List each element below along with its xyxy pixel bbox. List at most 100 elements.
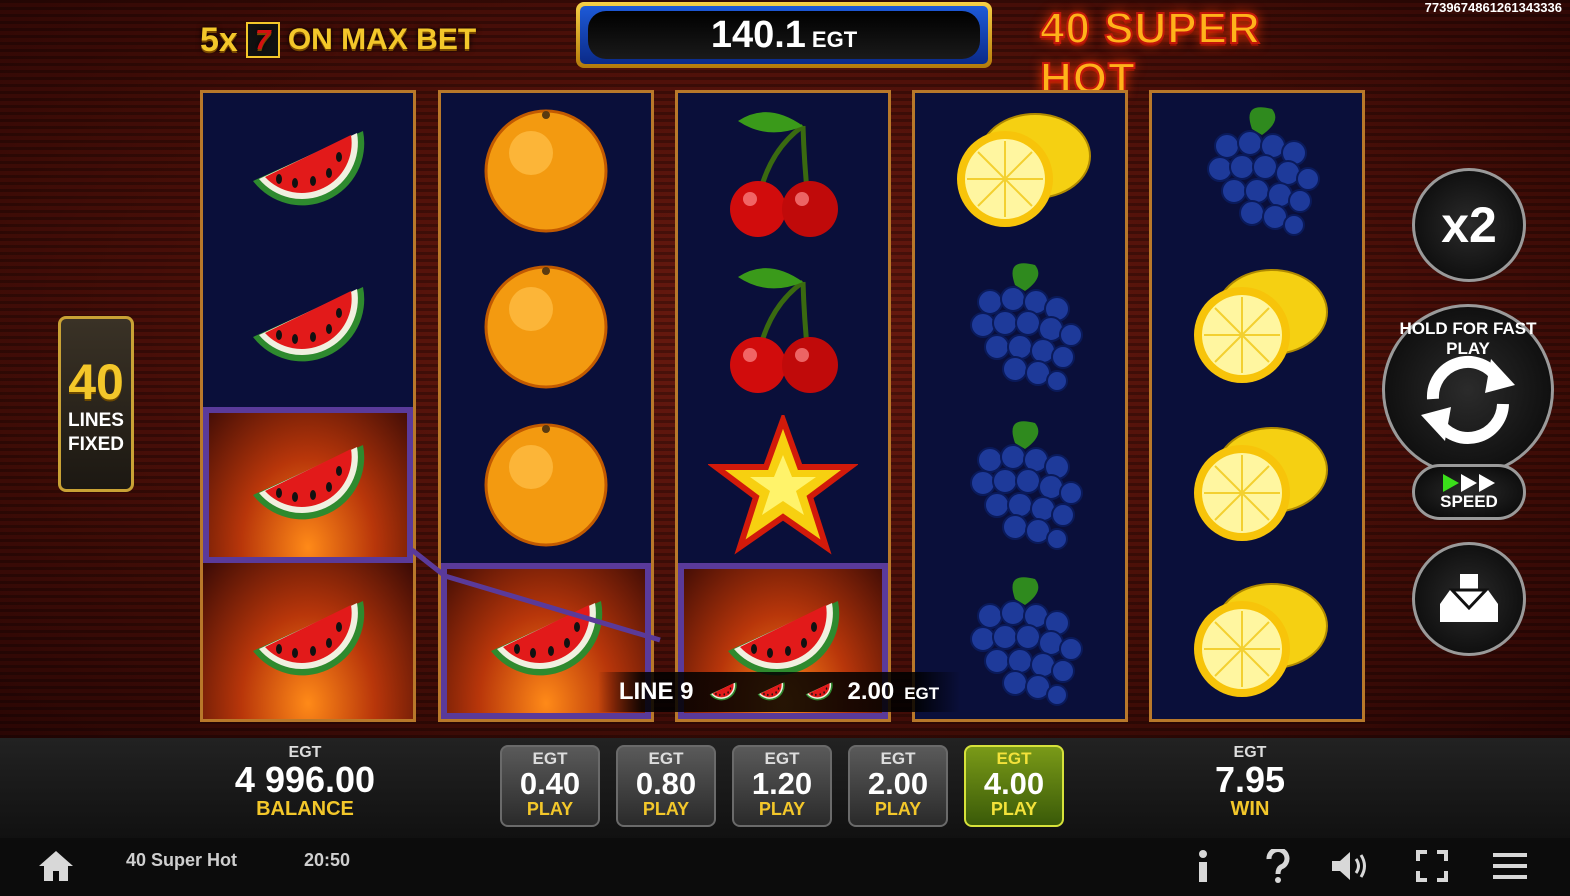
reel-3-symbol-2: [678, 249, 888, 405]
watermelon-icon: [805, 682, 833, 701]
info-button[interactable]: [1180, 846, 1224, 886]
win-line-label: LINE 9 2.00 EGT: [598, 672, 960, 712]
spin-hint: HOLD FOR FAST PLAY: [1399, 319, 1537, 358]
reel-2-symbol-2: [441, 249, 651, 405]
promo-text: ON MAX BET: [287, 23, 477, 56]
reel-5: [1149, 90, 1365, 722]
lemon-icon: [956, 113, 1091, 228]
home-button[interactable]: [34, 846, 78, 886]
grapes-icon: [970, 262, 1083, 392]
balance-label: BALANCE: [256, 798, 354, 820]
reel-2-symbol-1: [441, 93, 651, 249]
collect-icon: [1440, 574, 1498, 622]
bet-button-3[interactable]: EGT 1.20 PLAY: [732, 745, 832, 827]
multiplier-x2-button[interactable]: x2: [1412, 168, 1526, 282]
win-value: 7.95: [1214, 759, 1286, 800]
bet-button-4[interactable]: EGT 2.00 PLAY: [848, 745, 948, 827]
watermelon-icon: [253, 445, 365, 520]
bet-label: PLAY: [758, 799, 806, 819]
sound-icon: [1332, 852, 1366, 880]
star-icon: [708, 415, 858, 555]
bet-label: PLAY: [874, 799, 922, 819]
jackpot-value: 140.1: [710, 13, 806, 56]
win-line-path: [410, 548, 661, 643]
fast-forward-icon: [1443, 474, 1495, 492]
watermelon-icon: [253, 601, 365, 676]
bet-value: 0.40: [519, 766, 581, 801]
orange-icon: [484, 423, 608, 547]
bet-label: PLAY: [526, 799, 574, 819]
win-label: WIN: [1230, 798, 1270, 820]
spin-button[interactable]: HOLD FOR FAST PLAY: [1382, 304, 1554, 476]
help-button[interactable]: [1256, 846, 1300, 886]
grapes-icon: [1207, 106, 1320, 236]
bet-value: 2.00: [867, 766, 929, 801]
bet-value: 4.00: [983, 766, 1045, 801]
watermelon-icon: [757, 682, 785, 701]
speed-label: SPEED: [1440, 492, 1498, 511]
jackpot-meter: 140.1 EGT: [576, 2, 992, 68]
grapes-icon: [970, 420, 1083, 550]
footer-bar: 40 Super Hot 20:50: [0, 838, 1570, 896]
bet-label: PLAY: [642, 799, 690, 819]
win-line-currency: EGT: [904, 684, 940, 703]
grapes-icon: [970, 576, 1083, 706]
reel-4: [912, 90, 1128, 722]
cherry-icon: [708, 101, 858, 241]
bet-button-5-selected[interactable]: EGT 4.00 PLAY: [964, 745, 1064, 827]
bet-value: 0.80: [635, 766, 697, 801]
game-logo: 40 SUPER HOT: [1039, 3, 1261, 104]
collect-button[interactable]: [1412, 542, 1526, 656]
reel-5-symbol-4: [1152, 563, 1362, 719]
reel-1: [200, 90, 416, 722]
lemon-icon: [1193, 427, 1328, 542]
bet-value: 1.20: [751, 766, 813, 801]
reel-4-symbol-1: [915, 93, 1125, 249]
reel-3-symbol-3: [678, 407, 888, 563]
reel-1-symbol-3: [203, 407, 413, 563]
jackpot-screen: 140.1 EGT: [588, 11, 980, 59]
orange-icon: [484, 109, 608, 233]
reel-4-symbol-2: [915, 249, 1125, 405]
info-icon: [1199, 850, 1207, 882]
lines-badge: 40 LINES FIXED: [58, 316, 134, 492]
lemon-icon: [1193, 583, 1328, 698]
menu-icon: [1493, 853, 1527, 879]
bet-button-1[interactable]: EGT 0.40 PLAY: [500, 745, 600, 827]
lines-fixed-label: FIXED: [68, 434, 124, 455]
reel-1-symbol-4: [203, 563, 413, 719]
help-icon: [1266, 849, 1290, 883]
jackpot-frame: 140.1 EGT: [580, 6, 988, 64]
home-icon: [39, 851, 73, 881]
reel-5-symbol-1: [1152, 93, 1362, 249]
orange-icon: [484, 265, 608, 389]
sound-button[interactable]: [1328, 846, 1372, 886]
refresh-icon: [1421, 355, 1515, 444]
reel-4-symbol-3: [915, 407, 1125, 563]
bet-label: PLAY: [990, 799, 1038, 819]
reel-1-symbol-2: [203, 249, 413, 405]
reel-5-symbol-2: [1152, 249, 1362, 405]
speed-button[interactable]: SPEED: [1412, 464, 1526, 520]
fullscreen-icon: [1416, 850, 1448, 882]
jackpot-currency: EGT: [811, 27, 858, 52]
seven-symbol-icon: 7: [245, 22, 280, 58]
balance-value: 4 996.00: [234, 759, 376, 800]
win-line-amount: 2.00: [847, 678, 895, 705]
fullscreen-button[interactable]: [1410, 846, 1454, 886]
reel-5-symbol-3: [1152, 407, 1362, 563]
menu-button[interactable]: [1488, 846, 1532, 886]
balance-display: EGT 4 996.00 BALANCE: [220, 744, 390, 821]
bet-button-2[interactable]: EGT 0.80 PLAY: [616, 745, 716, 827]
watermelon-icon: [253, 131, 365, 206]
lines-label: LINES: [68, 410, 124, 431]
lemon-icon: [1193, 269, 1328, 384]
win-display: EGT 7.95 WIN: [1190, 744, 1310, 821]
watermelon-icon: [253, 287, 365, 362]
lines-count: 40: [68, 354, 124, 410]
win-line-number: LINE 9: [618, 678, 694, 705]
reel-1-symbol-1: [203, 93, 413, 249]
promo-multiplier: 5x: [200, 20, 238, 59]
reel-3-symbol-1: [678, 93, 888, 249]
clock: 20:50: [304, 850, 351, 870]
